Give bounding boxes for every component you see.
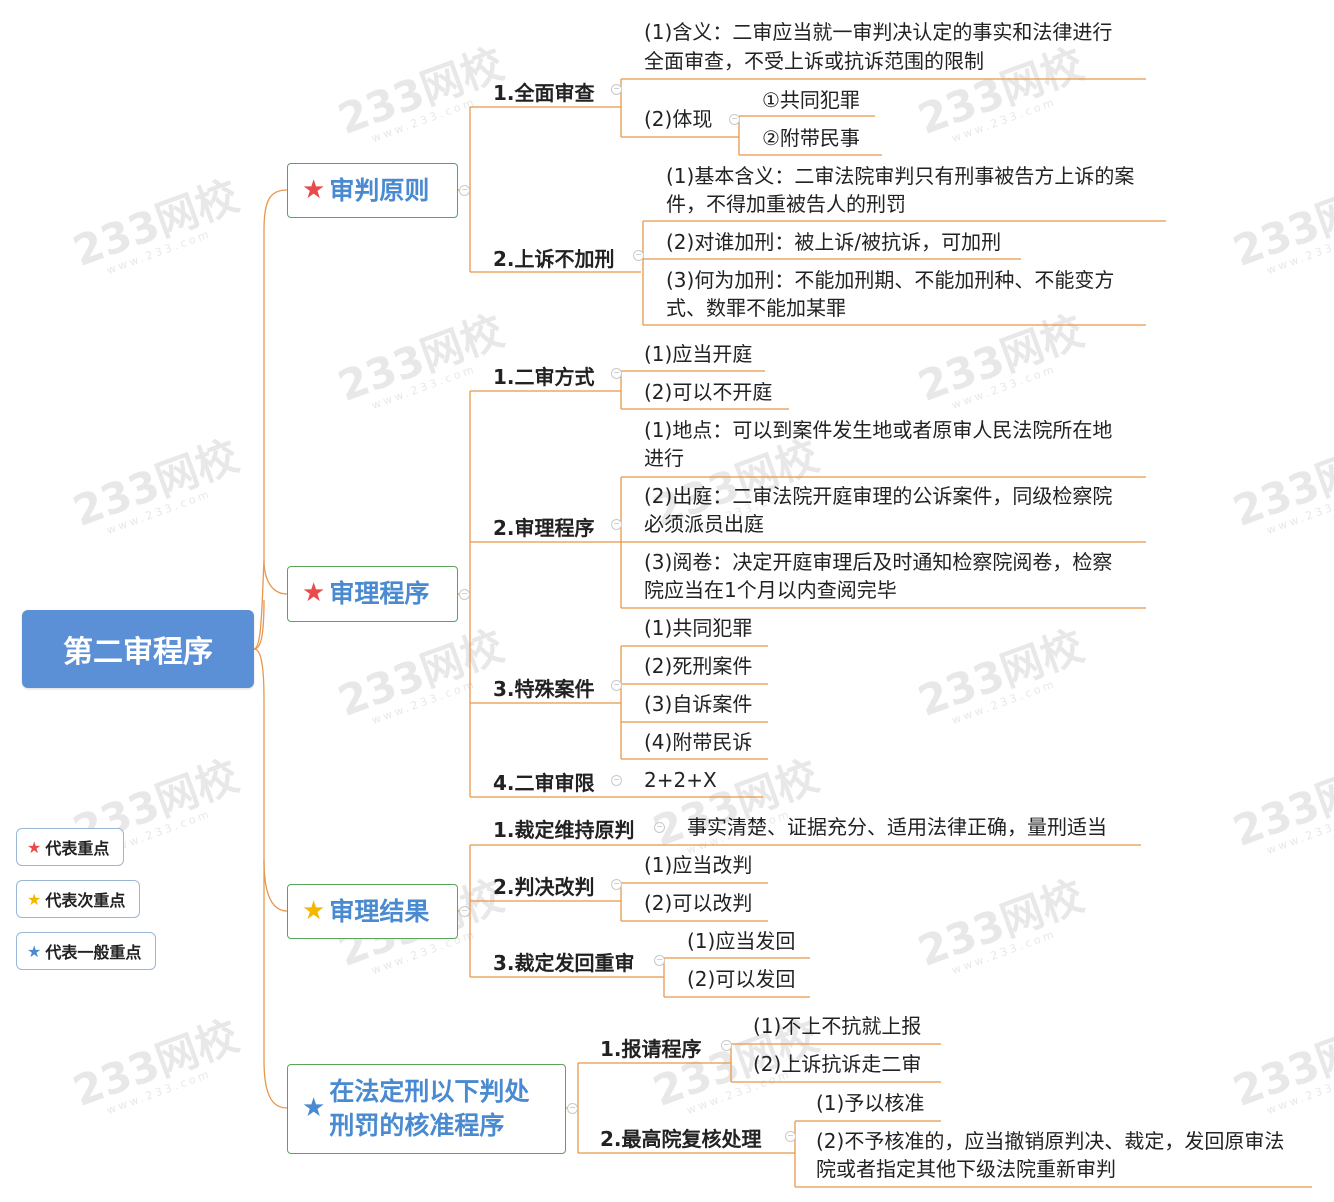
leaf-file-review-line2: 院应当在1个月以内查阅完毕 — [644, 578, 897, 602]
leaf-should-open-court: (1)应当开庭 — [644, 342, 753, 366]
branch-trial-principles[interactable]: ★ 审判原则 — [287, 163, 458, 218]
leaf-location-line1: (1)地点：可以到案件发生地或者原审人民法院所在地 — [644, 418, 1113, 442]
leaf-disapprove-line1: (2)不予核准的，应当撤销原判决、裁定，发回原审法 — [816, 1129, 1285, 1153]
leaf-may-not-open-court: (2)可以不开庭 — [644, 380, 773, 404]
subtopic-full-review[interactable]: 1.全面审查 — [493, 77, 595, 106]
leaf-manifestation[interactable]: (2)体现 — [644, 105, 712, 134]
leaf-uphold-conditions: 事实清楚、证据充分、适用法律正确，量刑适当 — [687, 815, 1107, 839]
star-key-icon: ★ — [27, 837, 42, 857]
leaf-time-limit-value: 2+2+X — [644, 768, 717, 792]
branch-approval-procedure[interactable]: ★ 在法定刑以下判处 刑罚的核准程序 — [287, 1064, 566, 1154]
leaf-location-line2: 进行 — [644, 446, 684, 470]
leaf-what-is-increase-line1: (3)何为加刑：不能加刑期、不能加刑种、不能变方 — [666, 268, 1115, 292]
subtopic-remand-retrial[interactable]: 3.裁定发回重审 — [493, 947, 635, 976]
subtopic-trial-mode[interactable]: 1.二审方式 — [493, 361, 595, 390]
branch-title: 审理结果 — [329, 896, 430, 926]
collapse-toggle[interactable]: − — [654, 822, 665, 833]
collapse-toggle[interactable]: − — [459, 185, 470, 196]
branch-trial-procedure[interactable]: ★ 审理程序 — [287, 566, 458, 622]
legend-secondary-point: ★ 代表次重点 — [16, 880, 141, 918]
leaf-report-no-appeal: (1)不上不抗就上报 — [753, 1014, 922, 1038]
leaf-meaning-line1: (1)含义：二审应当就一审判决认定的事实和法律进行 — [644, 20, 1113, 44]
leaf-may-remand: (2)可以发回 — [687, 967, 796, 991]
collapse-toggle[interactable]: − — [611, 368, 622, 379]
star-key-icon: ★ — [302, 174, 326, 205]
subtopic-special-cases[interactable]: 3.特殊案件 — [493, 673, 595, 702]
leaf-may-revise: (2)可以改判 — [644, 891, 753, 915]
subtopic-report-procedure[interactable]: 1.报请程序 — [600, 1033, 702, 1062]
collapse-toggle[interactable]: − — [459, 589, 470, 600]
branch-title: 审判原则 — [329, 175, 430, 205]
branch-title: 审理程序 — [329, 579, 430, 609]
collapse-toggle[interactable]: − — [611, 84, 622, 95]
leaf-appeal-second-trial: (2)上诉抗诉走二审 — [753, 1052, 922, 1076]
root-topic[interactable]: 第二审程序 — [22, 610, 254, 688]
leaf-appearance-line2: 必须派员出庭 — [644, 512, 764, 536]
star-key-icon: ★ — [302, 578, 326, 609]
leaf-whom-to-increase: (2)对谁加刑：被上诉/被抗诉，可加刑 — [666, 230, 1002, 254]
leaf-private-prosecution: (3)自诉案件 — [644, 692, 753, 716]
star-general-icon: ★ — [302, 1093, 326, 1124]
leaf-should-remand: (1)应当发回 — [687, 929, 796, 953]
leaf-basic-meaning-line1: (1)基本含义：二审法院审判只有刑事被告方上诉的案 — [666, 164, 1135, 188]
leaf-civil-attached: (4)附带民诉 — [644, 730, 753, 754]
star-secondary-icon: ★ — [302, 895, 326, 926]
leaf-joint-crime: ①共同犯罪 — [762, 88, 860, 112]
collapse-toggle[interactable]: − — [785, 1131, 796, 1142]
subtopic-uphold-ruling[interactable]: 1.裁定维持原判 — [493, 814, 635, 843]
collapse-toggle[interactable]: − — [633, 250, 644, 261]
star-secondary-icon: ★ — [27, 889, 42, 909]
collapse-toggle[interactable]: − — [567, 1103, 578, 1114]
legend-general-point: ★ 代表一般重点 — [16, 932, 157, 970]
legend-label: 代表一般重点 — [45, 943, 142, 962]
collapse-toggle[interactable]: − — [611, 775, 622, 786]
leaf-approve: (1)予以核准 — [816, 1091, 925, 1115]
leaf-basic-meaning-line2: 件，不得加重被告人的刑罚 — [666, 192, 906, 216]
branch-trial-result[interactable]: ★ 审理结果 — [287, 884, 458, 939]
leaf-should-revise: (1)应当改判 — [644, 853, 753, 877]
collapse-toggle[interactable]: − — [654, 955, 665, 966]
leaf-appearance-line1: (2)出庭：二审法院开庭审理的公诉案件，同级检察院 — [644, 484, 1113, 508]
legend-label: 代表重点 — [45, 839, 110, 858]
collapse-toggle[interactable]: − — [459, 906, 470, 917]
subtopic-supreme-court-review[interactable]: 2.最高院复核处理 — [600, 1123, 762, 1152]
leaf-meaning-line2: 全面审查，不受上诉或抗诉范围的限制 — [644, 49, 984, 73]
branch-title: 在法定刑以下判处 刑罚的核准程序 — [329, 1077, 530, 1140]
subtopic-trial-process[interactable]: 2.审理程序 — [493, 512, 595, 541]
subtopic-no-harsher-penalty[interactable]: 2.上诉不加刑 — [493, 243, 615, 272]
legend-key-point: ★ 代表重点 — [16, 828, 125, 866]
leaf-civil-attached: ②附带民事 — [762, 126, 860, 150]
collapse-toggle[interactable]: − — [729, 114, 740, 125]
leaf-joint-crime: (1)共同犯罪 — [644, 616, 753, 640]
legend-label: 代表次重点 — [45, 891, 126, 910]
leaf-disapprove-line2: 院或者指定其他下级法院重新审判 — [816, 1157, 1116, 1181]
collapse-toggle[interactable]: − — [611, 879, 622, 890]
leaf-file-review-line1: (3)阅卷：决定开庭审理后及时通知检察院阅卷，检察 — [644, 550, 1113, 574]
subtopic-revise-judgment[interactable]: 2.判决改判 — [493, 871, 595, 900]
collapse-toggle[interactable]: − — [611, 680, 622, 691]
collapse-toggle[interactable]: − — [721, 1040, 732, 1051]
subtopic-time-limit[interactable]: 4.二审审限 — [493, 767, 595, 796]
leaf-what-is-increase-line2: 式、数罪不能加某罪 — [666, 296, 846, 320]
leaf-death-penalty: (2)死刑案件 — [644, 654, 753, 678]
mind-map-canvas: 233网校 www.233.com 233网校 www.233.com 233网校 w… — [0, 0, 1334, 1202]
star-general-icon: ★ — [27, 941, 42, 961]
collapse-toggle[interactable]: − — [611, 519, 622, 530]
